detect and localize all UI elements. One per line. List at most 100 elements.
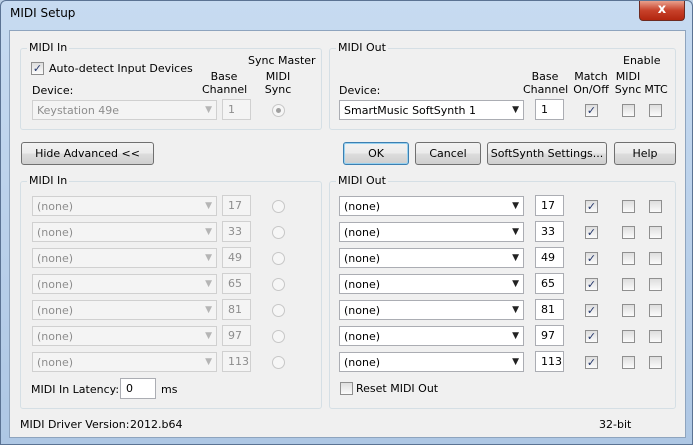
device-value: Keystation 49e [37,104,120,117]
midi-sync-checkbox[interactable] [622,304,635,317]
ok-button[interactable]: OK [343,142,409,165]
midi-sync-checkbox[interactable] [622,252,635,265]
match-on-off-checkbox[interactable]: ✓ [585,330,598,343]
midi-out-device-dropdown[interactable]: SmartMusic SoftSynth 1 ▼ [339,100,524,120]
chevron-down-icon: ▼ [512,331,519,341]
midi-sync-checkbox[interactable] [622,278,635,291]
group-label: MIDI In [27,41,70,54]
match-on-off-checkbox[interactable]: ✓ [585,278,598,291]
midi-in-sync-radio[interactable] [272,104,285,117]
softsynth-settings-button[interactable]: SoftSynth Settings... [487,142,607,165]
midi-in-base-channel[interactable]: 1 [222,99,251,120]
midi-out-device-dropdown[interactable]: (none) ▼ [339,326,524,346]
midi-out-base-channel[interactable]: 1 [535,99,564,120]
midi-in-device-dropdown[interactable]: (none) ▼ [32,274,217,294]
mtc-checkbox[interactable] [649,304,662,317]
midi-in-channel[interactable]: 33 [222,221,251,242]
reset-midi-out-checkbox[interactable] [340,382,353,395]
match-on-off-checkbox[interactable]: ✓ [585,356,598,369]
device-label: Device: [32,84,74,97]
midi-in-device-dropdown[interactable]: (none) ▼ [32,248,217,268]
midi-in-device-dropdown[interactable]: (none) ▼ [32,326,217,346]
device-value: (none) [344,252,381,265]
midi-in-sync-radio[interactable] [272,252,285,265]
midi-out-device-dropdown[interactable]: (none) ▼ [339,248,524,268]
midi-in-sync-radio[interactable] [272,200,285,213]
chevron-down-icon: ▼ [512,227,519,237]
midi-in-channel[interactable]: 97 [222,325,251,346]
midi-sync-checkbox[interactable] [622,200,635,213]
midi-in-sync-radio[interactable] [272,226,285,239]
midi-out-channel[interactable]: 97 [535,325,564,346]
base-header-1: Base [210,70,238,83]
chevron-down-icon: ▼ [512,253,519,263]
match-on-off-checkbox[interactable]: ✓ [585,304,598,317]
mtc-checkbox[interactable] [649,356,662,369]
midi-out-advanced-group: MIDI Out (none) ▼ 17 ✓ (none) ▼ 33 ✓ (none) ▼ 49 ✓ (… [329,174,676,409]
mtc-checkbox[interactable] [649,278,662,291]
midi-out-channel[interactable]: 49 [535,247,564,268]
midi-in-channel[interactable]: 17 [222,195,251,216]
midi-out-channel[interactable]: 65 [535,273,564,294]
driver-version-label: MIDI Driver Version: [20,418,130,431]
match-on-off-checkbox[interactable]: ✓ [585,104,598,117]
midi-out-device-dropdown[interactable]: (none) ▼ [339,274,524,294]
chevron-down-icon: ▼ [205,357,212,367]
group-label: MIDI In [27,174,70,187]
enable-label: Enable [623,54,661,67]
midi-in-device-dropdown[interactable]: (none) ▼ [32,352,217,372]
midi-in-channel[interactable]: 65 [222,273,251,294]
midi-in-device-dropdown[interactable]: (none) ▼ [32,222,217,242]
channel-header: Channel [202,83,248,96]
device-label: Device: [339,84,381,97]
midi-in-channel[interactable]: 81 [222,299,251,320]
mtc-checkbox[interactable] [649,330,662,343]
device-value: (none) [37,252,74,265]
latency-label: MIDI In Latency: [31,383,120,396]
midi-out-channel[interactable]: 113 [535,351,564,372]
midi-in-sync-radio[interactable] [272,304,285,317]
midi-out-device-dropdown[interactable]: (none) ▼ [339,300,524,320]
title-bar[interactable]: MIDI Setup x [1,1,692,25]
match-on-off-checkbox[interactable]: ✓ [585,226,598,239]
device-value: (none) [344,278,381,291]
cancel-button[interactable]: Cancel [415,142,481,165]
chevron-down-icon: ▼ [512,305,519,315]
midi-sync-checkbox[interactable] [622,356,635,369]
device-value: (none) [344,226,381,239]
midi-out-device-dropdown[interactable]: (none) ▼ [339,222,524,242]
midi-out-channel[interactable]: 17 [535,195,564,216]
midi-out-channel[interactable]: 33 [535,221,564,242]
match-on-off-checkbox[interactable]: ✓ [585,252,598,265]
close-button[interactable]: x [639,1,685,21]
bitness-label: 32-bit [599,418,632,431]
auto-detect-checkbox[interactable]: ✓ [31,62,44,75]
midi-in-device-dropdown[interactable]: Keystation 49e ▼ [32,100,217,120]
midi-in-sync-radio[interactable] [272,278,285,291]
midi-in-device-dropdown[interactable]: (none) ▼ [32,196,217,216]
check-icon: ✓ [586,304,597,317]
mtc-checkbox[interactable] [649,252,662,265]
match-on-off-checkbox[interactable]: ✓ [585,200,598,213]
midi-in-sync-radio[interactable] [272,356,285,369]
midi-sync-checkbox[interactable] [622,330,635,343]
midi-in-sync-radio[interactable] [272,330,285,343]
mtc-checkbox[interactable] [649,226,662,239]
midi-in-channel[interactable]: 113 [222,351,251,372]
midi-in-channel[interactable]: 49 [222,247,251,268]
check-icon: ✓ [586,356,597,369]
midi-out-device-dropdown[interactable]: (none) ▼ [339,196,524,216]
base-header-1: Base [531,70,559,83]
midi-in-device-dropdown[interactable]: (none) ▼ [32,300,217,320]
help-button[interactable]: Help [614,142,676,165]
midi-sync-checkbox[interactable] [622,104,635,117]
latency-input[interactable]: 0 [120,378,156,399]
mtc-checkbox[interactable] [649,104,662,117]
midi-out-channel[interactable]: 81 [535,299,564,320]
device-value: (none) [37,200,74,213]
device-value: (none) [344,304,381,317]
midi-out-device-dropdown[interactable]: (none) ▼ [339,352,524,372]
midi-sync-checkbox[interactable] [622,226,635,239]
mtc-checkbox[interactable] [649,200,662,213]
hide-advanced-button[interactable]: Hide Advanced << [21,142,154,165]
